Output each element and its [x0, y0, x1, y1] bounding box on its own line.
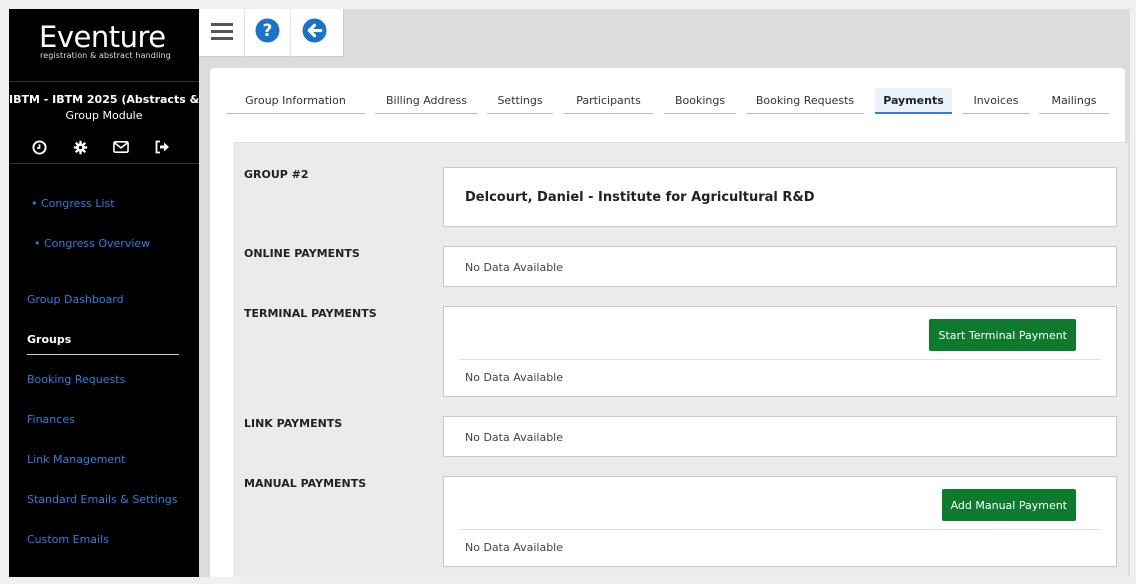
- tab-group-information[interactable]: Group Information: [226, 88, 365, 114]
- help-button[interactable]: ?: [245, 9, 291, 57]
- link-payments-card: No Data Available: [443, 416, 1117, 457]
- link-payments-label: LINK PAYMENTS: [244, 417, 343, 430]
- add-manual-payment-button[interactable]: Add Manual Payment: [941, 489, 1076, 521]
- sidebar-icon-row: [31, 139, 170, 155]
- menu-button[interactable]: [199, 9, 245, 57]
- tab-booking-requests[interactable]: Booking Requests: [746, 88, 864, 114]
- online-payments-no-data: No Data Available: [465, 261, 564, 274]
- tab-billing-address[interactable]: Billing Address: [375, 88, 478, 114]
- tab-participants[interactable]: Participants: [564, 88, 653, 114]
- logout-icon[interactable]: [154, 139, 170, 155]
- sidebar-item-standard-emails[interactable]: Standard Emails & Settings: [27, 493, 177, 506]
- online-payments-card: No Data Available: [443, 246, 1117, 287]
- logo-subtitle: registration & abstract handling: [40, 51, 171, 60]
- menu-icon: [210, 22, 233, 44]
- svg-text:?: ?: [263, 21, 273, 40]
- manual-payments-no-data: No Data Available: [465, 541, 564, 554]
- sidebar-item-custom-emails[interactable]: Custom Emails: [27, 533, 109, 546]
- manual-payments-card: Add Manual Payment No Data Available: [443, 476, 1117, 567]
- start-terminal-payment-button[interactable]: Start Terminal Payment: [929, 319, 1076, 351]
- main-panel: Group Information Billing Address Settin…: [210, 68, 1129, 577]
- help-icon: ?: [255, 18, 280, 47]
- terminal-payments-no-data: No Data Available: [465, 371, 564, 384]
- sidebar-item-groups[interactable]: Groups: [27, 333, 71, 346]
- terminal-payments-label: TERMINAL PAYMENTS: [244, 307, 377, 320]
- group-number-label: GROUP #2: [244, 168, 309, 181]
- group-name: Delcourt, Daniel - Institute for Agricul…: [465, 190, 815, 205]
- back-button[interactable]: [291, 9, 337, 57]
- divider: [9, 163, 199, 164]
- module-title: Group Module: [65, 109, 143, 122]
- tab-settings[interactable]: Settings: [487, 88, 553, 114]
- logo-main: Eventure: [39, 20, 166, 54]
- tab-invoices[interactable]: Invoices: [962, 88, 1030, 114]
- top-toolbar: ?: [199, 9, 344, 57]
- divider: [9, 81, 199, 82]
- sidebar-item-group-dashboard[interactable]: Group Dashboard: [27, 293, 124, 306]
- clock-icon[interactable]: [31, 139, 47, 155]
- back-icon: [302, 18, 327, 47]
- congress-title: IBTM - IBTM 2025 (Abstracts & Par...: [9, 93, 199, 106]
- group-card: Delcourt, Daniel - Institute for Agricul…: [443, 167, 1117, 227]
- tab-bookings[interactable]: Bookings: [664, 88, 736, 114]
- card-divider: [459, 529, 1101, 530]
- sidebar-item-finances[interactable]: Finances: [27, 413, 75, 426]
- manual-payments-label: MANUAL PAYMENTS: [244, 477, 367, 490]
- terminal-payments-card: Start Terminal Payment No Data Available: [443, 306, 1117, 397]
- tab-mailings[interactable]: Mailings: [1039, 88, 1109, 114]
- link-payments-no-data: No Data Available: [465, 431, 564, 444]
- tab-payments[interactable]: Payments: [875, 88, 952, 114]
- sidebar-item-link-management[interactable]: Link Management: [27, 453, 125, 466]
- card-divider: [459, 359, 1101, 360]
- active-item-underline: [27, 354, 179, 355]
- sidebar-link-congress-overview[interactable]: • Congress Overview: [34, 237, 150, 250]
- payments-content: GROUP #2 Delcourt, Daniel - Institute fo…: [234, 142, 1129, 577]
- sidebar: Eventure registration & abstract handlin…: [9, 9, 199, 577]
- sidebar-link-congress-list[interactable]: • Congress List: [31, 197, 115, 210]
- gear-icon[interactable]: [72, 139, 88, 155]
- logo: Eventure registration & abstract handlin…: [39, 21, 171, 60]
- sidebar-item-booking-requests[interactable]: Booking Requests: [27, 373, 125, 386]
- app-frame: Eventure registration & abstract handlin…: [9, 9, 1130, 577]
- mail-icon[interactable]: [113, 139, 129, 155]
- online-payments-label: ONLINE PAYMENTS: [244, 247, 360, 260]
